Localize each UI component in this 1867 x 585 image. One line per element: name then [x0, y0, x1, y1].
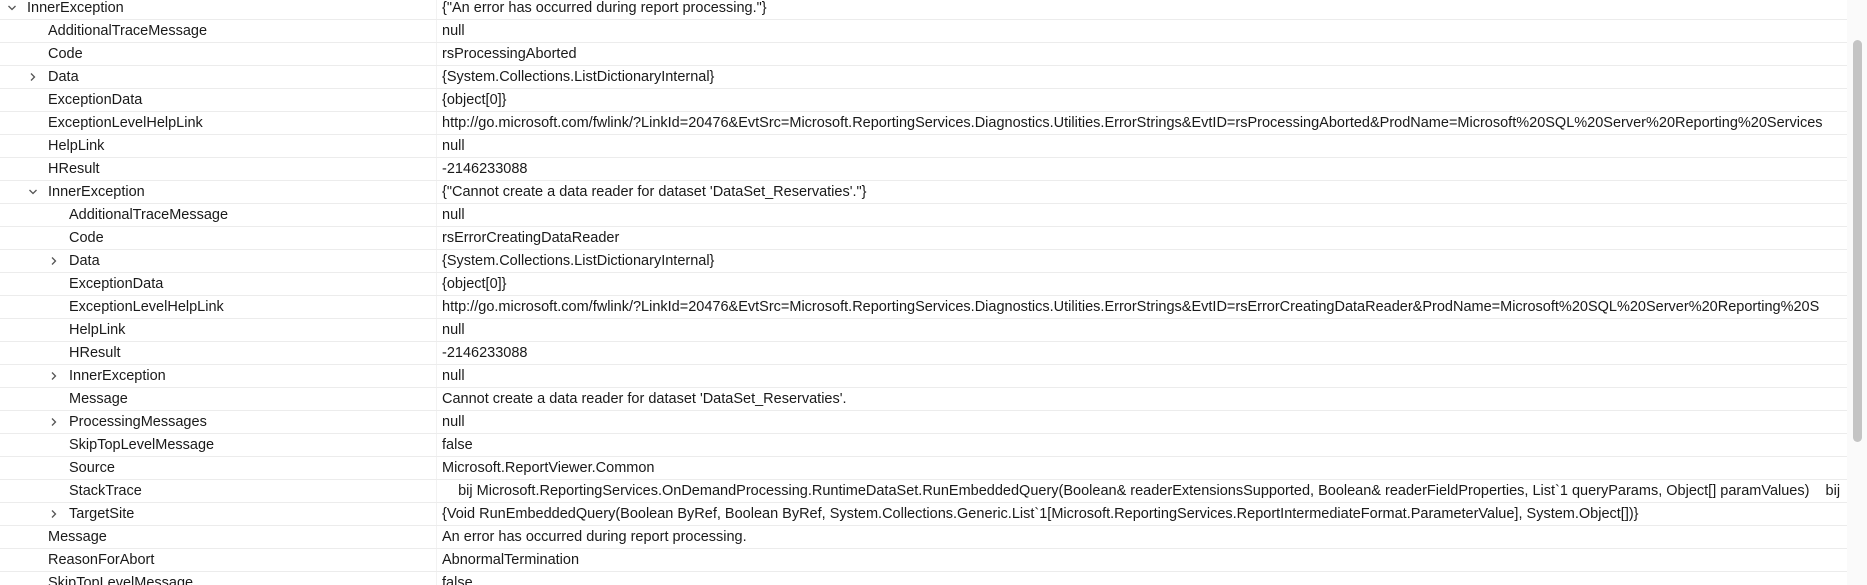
tree-row[interactable]: Source Microsoft.ReportViewer.Common — [0, 457, 1847, 480]
tree-row[interactable]: InnerException {"Cannot create a data rea… — [0, 181, 1847, 204]
property-name: HelpLink — [69, 322, 126, 338]
property-name: InnerException — [69, 368, 166, 384]
properties-tree-grid[interactable]: InnerException {"An error has occurred du… — [0, 0, 1847, 585]
property-name: Message — [48, 529, 107, 545]
property-name: ExceptionData — [69, 276, 164, 292]
property-value: false — [442, 575, 473, 585]
property-name: Data — [69, 253, 100, 269]
tree-row[interactable]: Code rsProcessingAborted — [0, 43, 1847, 66]
chevron-down-icon[interactable] — [5, 0, 19, 19]
property-value: null — [442, 23, 465, 39]
property-value: AbnormalTermination — [442, 552, 580, 568]
property-name: Code — [69, 230, 104, 246]
property-value: -2146233088 — [442, 161, 528, 177]
vertical-scrollbar[interactable] — [1847, 0, 1867, 585]
property-value: bij Microsoft.ReportingServices.OnDemand… — [442, 483, 1841, 499]
scrollbar-thumb[interactable] — [1853, 40, 1862, 442]
property-name: ReasonForAbort — [48, 552, 155, 568]
property-name: HResult — [48, 161, 100, 177]
chevron-right-icon[interactable] — [47, 503, 61, 525]
property-name: Code — [48, 46, 83, 62]
property-value: {System.Collections.ListDictionaryIntern… — [442, 69, 715, 85]
property-name: InnerException — [27, 0, 124, 16]
chevron-down-icon[interactable] — [26, 181, 40, 203]
tree-row[interactable]: AdditionalTraceMessage null — [0, 20, 1847, 43]
chevron-right-icon[interactable] — [47, 365, 61, 387]
tree-row[interactable]: TargetSite {Void RunEmbeddedQuery(Boolean… — [0, 503, 1847, 526]
property-value: null — [442, 322, 465, 338]
property-value: {Void RunEmbeddedQuery(Boolean ByRef, Bo… — [442, 506, 1639, 522]
tree-row[interactable]: SkipTopLevelMessage false — [0, 434, 1847, 457]
property-value: null — [442, 414, 465, 430]
property-name: ProcessingMessages — [69, 414, 207, 430]
property-name: SkipTopLevelMessage — [69, 437, 215, 453]
tree-row[interactable]: ExceptionData {object[0]} — [0, 89, 1847, 112]
tree-row[interactable]: ReasonForAbort AbnormalTermination — [0, 549, 1847, 572]
property-name: Source — [69, 460, 115, 476]
tree-row[interactable]: Data {System.Collections.ListDictionaryIn… — [0, 250, 1847, 273]
property-name: ExceptionLevelHelpLink — [48, 115, 203, 131]
tree-row[interactable]: HelpLink null — [0, 319, 1847, 342]
property-name: Data — [48, 69, 79, 85]
property-name: HelpLink — [48, 138, 105, 154]
property-name: ExceptionData — [48, 92, 143, 108]
property-name: Message — [69, 391, 128, 407]
property-name: SkipTopLevelMessage — [48, 575, 194, 585]
property-name: ExceptionLevelHelpLink — [69, 299, 224, 315]
tree-row[interactable]: ProcessingMessages null — [0, 411, 1847, 434]
property-name: AdditionalTraceMessage — [48, 23, 208, 39]
property-value: null — [442, 138, 465, 154]
property-name: InnerException — [48, 184, 145, 200]
tree-row[interactable]: HelpLink null — [0, 135, 1847, 158]
property-value: -2146233088 — [442, 345, 528, 361]
property-value: Cannot create a data reader for dataset … — [442, 391, 847, 407]
tree-row[interactable]: Message An error has occurred during repo… — [0, 526, 1847, 549]
tree-row[interactable]: Message Cannot create a data reader for d… — [0, 388, 1847, 411]
tree-row[interactable]: HResult -2146233088 — [0, 158, 1847, 181]
property-value: false — [442, 437, 473, 453]
property-value: null — [442, 207, 465, 223]
property-name: AdditionalTraceMessage — [69, 207, 229, 223]
property-value: {"Cannot create a data reader for datase… — [442, 184, 867, 200]
tree-row[interactable]: InnerException {"An error has occurred du… — [0, 0, 1847, 20]
property-value: {object[0]} — [442, 276, 507, 292]
chevron-right-icon[interactable] — [26, 66, 40, 88]
property-value: rsErrorCreatingDataReader — [442, 230, 620, 246]
property-name: TargetSite — [69, 506, 135, 522]
tree-row[interactable]: ExceptionData {object[0]} — [0, 273, 1847, 296]
property-value: Microsoft.ReportViewer.Common — [442, 460, 655, 476]
tree-row[interactable]: InnerException null — [0, 365, 1847, 388]
property-value: http://go.microsoft.com/fwlink/?LinkId=2… — [442, 299, 1820, 315]
property-name: StackTrace — [69, 483, 142, 499]
property-value: rsProcessingAborted — [442, 46, 577, 62]
property-value: An error has occurred during report proc… — [442, 529, 747, 545]
tree-row[interactable]: Data {System.Collections.ListDictionaryIn… — [0, 66, 1847, 89]
property-value: {object[0]} — [442, 92, 507, 108]
tree-row[interactable]: SkipTopLevelMessage false — [0, 572, 1847, 585]
tree-row[interactable]: ExceptionLevelHelpLink http://go.microsof… — [0, 112, 1847, 135]
property-value: null — [442, 368, 465, 384]
property-value: {System.Collections.ListDictionaryIntern… — [442, 253, 715, 269]
tree-row[interactable]: StackTrace bij Microsoft.ReportingServic… — [0, 480, 1847, 503]
tree-row[interactable]: AdditionalTraceMessage null — [0, 204, 1847, 227]
tree-row[interactable]: HResult -2146233088 — [0, 342, 1847, 365]
tree-row[interactable]: Code rsErrorCreatingDataReader — [0, 227, 1847, 250]
property-value: http://go.microsoft.com/fwlink/?LinkId=2… — [442, 115, 1823, 131]
chevron-right-icon[interactable] — [47, 411, 61, 433]
property-value: {"An error has occurred during report pr… — [442, 0, 767, 16]
tree-row[interactable]: ExceptionLevelHelpLink http://go.microsof… — [0, 296, 1847, 319]
property-name: HResult — [69, 345, 121, 361]
chevron-right-icon[interactable] — [47, 250, 61, 272]
